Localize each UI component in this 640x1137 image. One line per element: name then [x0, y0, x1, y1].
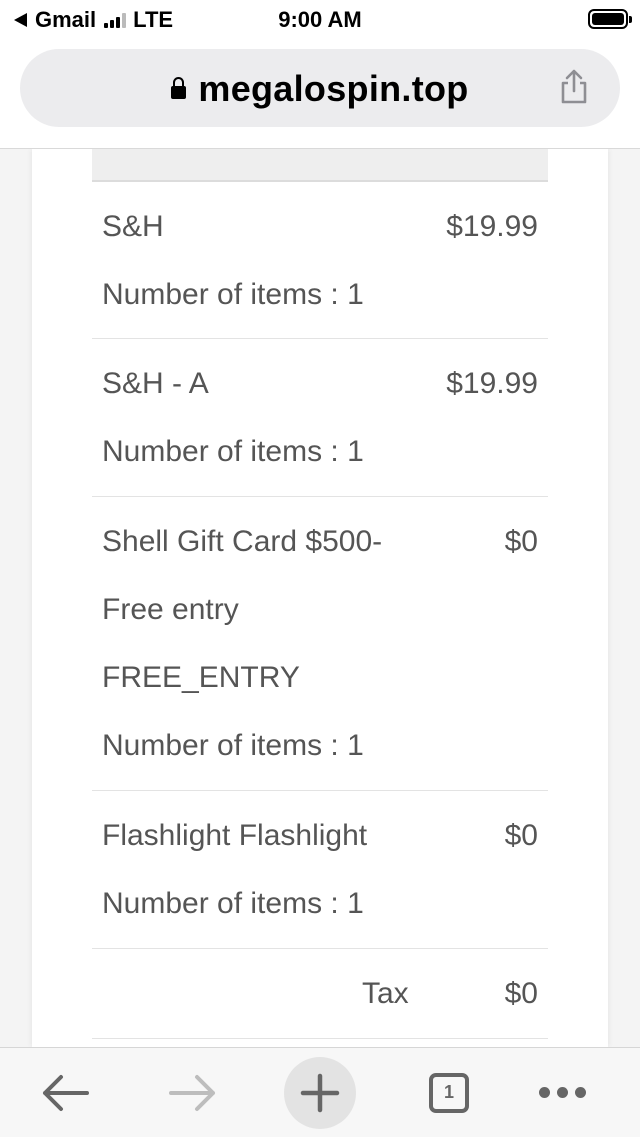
- item-price: $0: [504, 819, 538, 852]
- share-icon[interactable]: [558, 69, 590, 105]
- order-item-sh-a: S&H - A $19.99 Number of items : 1: [92, 339, 548, 497]
- item-detail-entry: Free entry: [102, 593, 239, 626]
- more-dots-icon: [538, 1087, 586, 1098]
- item-quantity: Number of items : 1: [102, 729, 364, 762]
- item-quantity: Number of items : 1: [102, 887, 364, 920]
- tax-label: Tax: [362, 977, 409, 1010]
- order-item-sh: S&H $19.99 Number of items : 1: [92, 180, 548, 339]
- back-button[interactable]: [32, 1048, 98, 1137]
- item-quantity: Number of items : 1: [102, 435, 364, 468]
- new-tab-plus-icon: [284, 1056, 356, 1129]
- order-item-flashlight: Flashlight Flashlight $0 Number of items…: [92, 791, 548, 949]
- forward-button[interactable]: [160, 1048, 226, 1137]
- item-name: S&H: [102, 210, 164, 243]
- tabs-count-icon: 1: [429, 1072, 469, 1113]
- item-detail-code: FREE_ENTRY: [102, 661, 300, 694]
- url-text: megalospin.top: [198, 68, 469, 109]
- tabs-button[interactable]: 1: [424, 1048, 474, 1137]
- status-bar: Gmail LTE 9:00 AM: [0, 0, 640, 40]
- page-content[interactable]: S&H $19.99 Number of items : 1 S&H - A $…: [0, 149, 640, 1047]
- item-quantity: Number of items : 1: [102, 278, 364, 311]
- new-tab-button[interactable]: [284, 1048, 356, 1137]
- battery-icon: [588, 9, 632, 29]
- table-header-row: [92, 149, 548, 182]
- browser-toolbar: 1: [0, 1047, 640, 1137]
- order-item-shell-gift-card: Shell Gift Card $500- $0 Free entry FREE…: [92, 497, 548, 791]
- address-bar[interactable]: megalospin.top: [20, 49, 620, 127]
- order-summary-card: S&H $19.99 Number of items : 1 S&H - A $…: [32, 149, 608, 1047]
- item-price: $19.99: [446, 210, 538, 243]
- forward-arrow-icon: [169, 1074, 215, 1111]
- back-arrow-icon: [43, 1074, 89, 1111]
- item-price: $0: [504, 525, 538, 558]
- tax-row: Tax $0: [92, 949, 548, 1039]
- tax-value: $0: [504, 977, 538, 1010]
- browser-address-area: megalospin.top: [0, 40, 640, 149]
- item-name: Flashlight Flashlight: [102, 819, 368, 852]
- lock-icon: [171, 76, 187, 99]
- more-menu-button[interactable]: [532, 1048, 592, 1137]
- item-name: Shell Gift Card $500-: [102, 525, 383, 558]
- status-time: 9:00 AM: [278, 7, 362, 32]
- item-price: $19.99: [446, 367, 538, 400]
- item-name: S&H - A: [102, 367, 209, 400]
